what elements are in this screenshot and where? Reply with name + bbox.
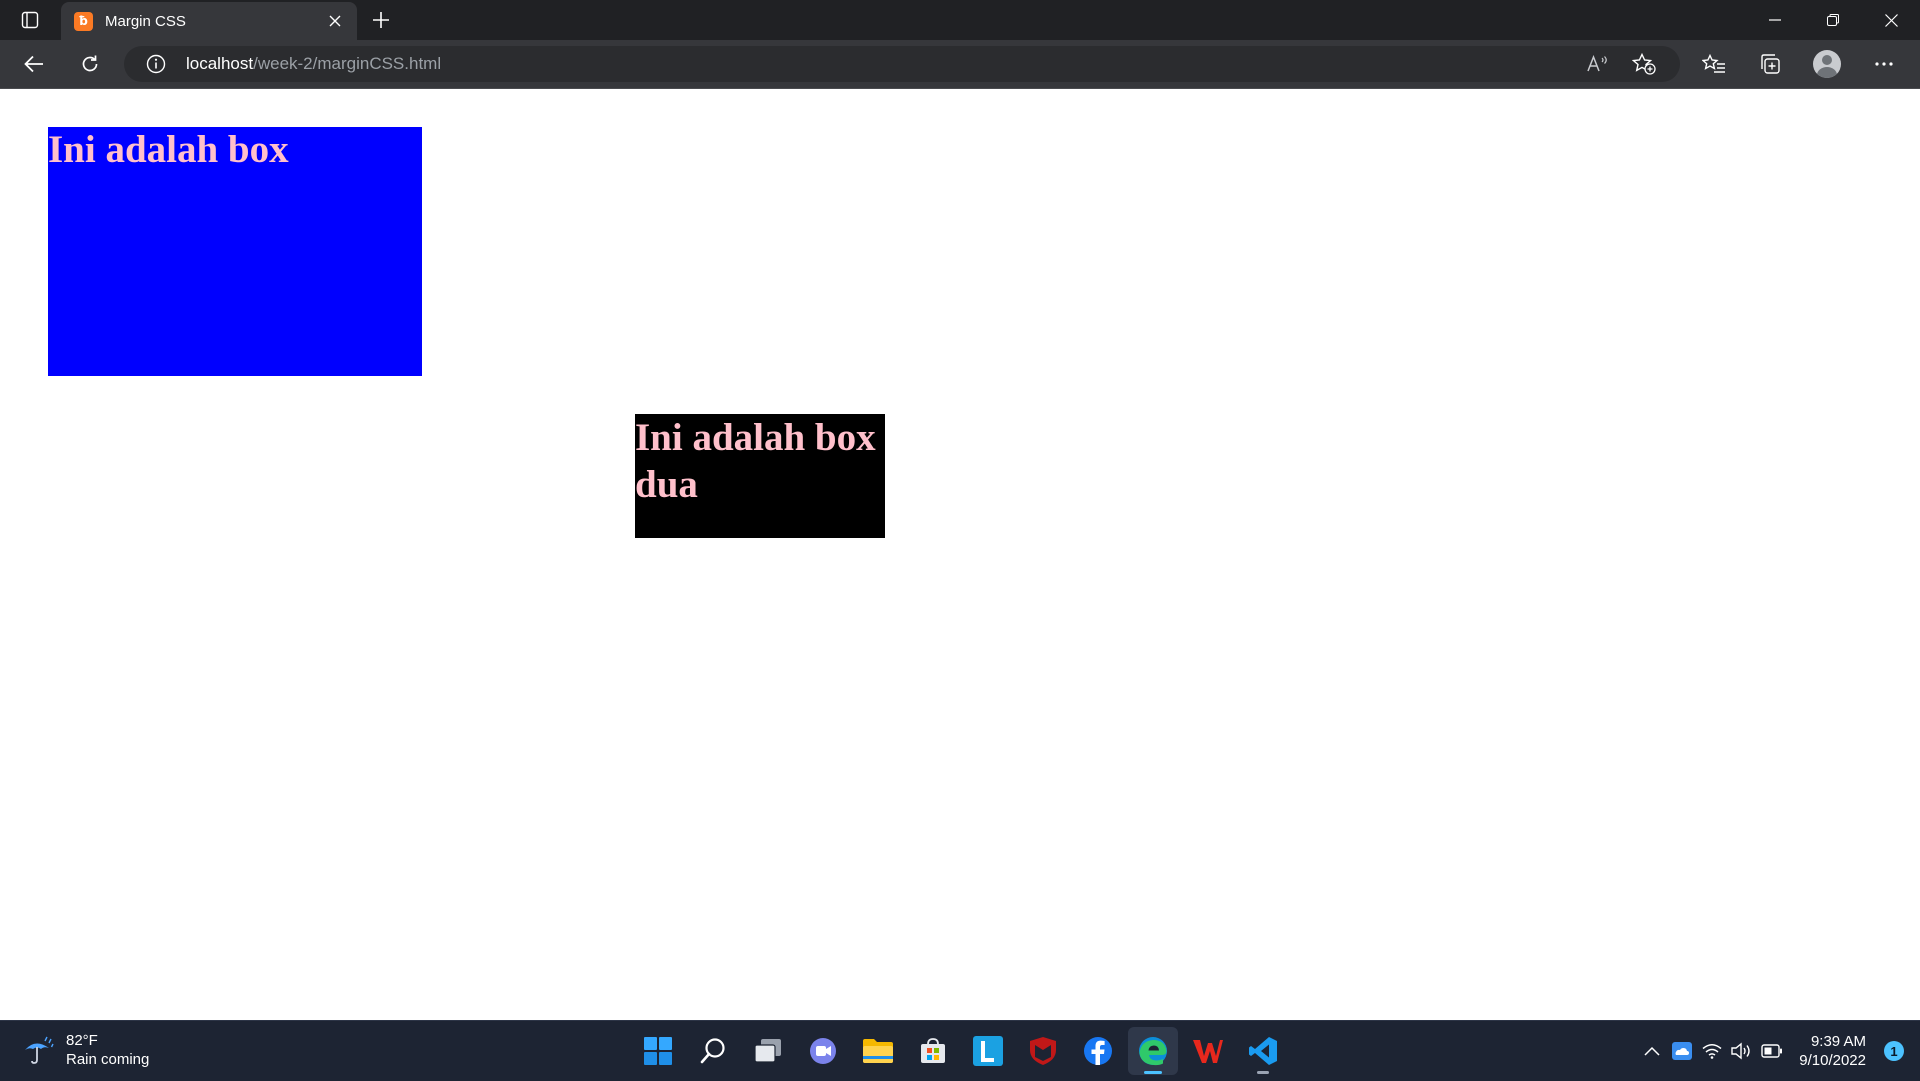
system-tray: 9:39 AM 9/10/2022 1 [1637, 1021, 1920, 1081]
wifi-icon [1702, 1044, 1722, 1059]
collections-icon [1761, 54, 1780, 74]
mcafee-shield-icon [1030, 1037, 1056, 1065]
search-icon [700, 1038, 725, 1064]
wifi-button[interactable] [1697, 1036, 1727, 1066]
windows-start-icon [644, 1037, 672, 1065]
vscode-icon [1249, 1037, 1277, 1065]
read-aloud-button[interactable] [1584, 51, 1612, 77]
tab-actions-button[interactable] [10, 6, 50, 34]
search-button[interactable] [688, 1027, 738, 1075]
refresh-button[interactable] [71, 46, 109, 82]
browser-titlebar: ƀ Margin CSS [0, 0, 1920, 40]
settings-more-button[interactable] [1864, 46, 1904, 82]
collections-button[interactable] [1750, 46, 1790, 82]
url-text[interactable]: localhost/week-2/marginCSS.html [186, 54, 441, 74]
add-favorite-icon [1632, 53, 1656, 75]
window-controls [1746, 0, 1920, 40]
read-aloud-icon [1587, 55, 1607, 72]
mcafee-button[interactable] [1018, 1027, 1068, 1075]
tab-close-button[interactable] [321, 7, 349, 35]
notification-badge[interactable]: 1 [1884, 1041, 1904, 1061]
edge-button[interactable] [1128, 1027, 1178, 1075]
address-bar[interactable]: localhost/week-2/marginCSS.html [124, 46, 1680, 82]
refresh-icon [82, 55, 98, 72]
taskbar-apps [633, 1027, 1293, 1075]
weather-text: 82°F Rain coming [66, 1031, 149, 1069]
windows-taskbar: 82°F Rain coming 9:39 AM 9/10/2022 1 [0, 1020, 1920, 1081]
volume-button[interactable] [1727, 1036, 1757, 1066]
facebook-button[interactable] [1073, 1027, 1123, 1075]
box-satu: Ini adalah box [48, 127, 422, 376]
restore-icon [1827, 14, 1839, 26]
clock-time: 9:39 AM [1810, 1033, 1866, 1050]
xampp-favicon-icon: ƀ [74, 11, 93, 31]
show-hidden-icons-button[interactable] [1637, 1036, 1667, 1066]
umbrella-rain-icon [25, 1036, 54, 1064]
close-window-button[interactable] [1862, 0, 1920, 40]
system-clock[interactable]: 9:39 AM 9/10/2022 [1799, 1032, 1866, 1070]
favorites-icon [1702, 54, 1725, 73]
browser-toolbar: localhost/week-2/marginCSS.html [0, 40, 1920, 89]
chevron-up-icon [1644, 1046, 1660, 1056]
teams-chat-button[interactable] [798, 1027, 848, 1075]
tab-margin-css[interactable]: ƀ Margin CSS [61, 2, 357, 40]
page-viewport: Ini adalah box Ini adalah box dua [0, 89, 1920, 1019]
plus-icon [373, 12, 389, 28]
more-icon [1875, 62, 1893, 66]
back-icon [24, 55, 43, 73]
cloud-sync-icon [1672, 1042, 1693, 1060]
clock-date: 9/10/2022 [1799, 1052, 1866, 1069]
profile-button[interactable] [1807, 46, 1847, 82]
task-view-icon [754, 1039, 781, 1063]
folder-icon [863, 1039, 893, 1063]
url-path: /week-2/marginCSS.html [253, 54, 442, 73]
weather-temp: 82°F [66, 1032, 98, 1049]
battery-icon [1761, 1044, 1783, 1058]
facebook-icon [1084, 1037, 1112, 1065]
start-button[interactable] [633, 1027, 683, 1075]
store-icon [921, 1038, 945, 1063]
close-window-icon [1884, 13, 1898, 27]
tab-title: Margin CSS [105, 12, 186, 30]
edge-icon [1139, 1037, 1167, 1066]
tab-actions-icon [21, 11, 39, 29]
l-app-button[interactable] [963, 1027, 1013, 1075]
weather-condition: Rain coming [66, 1051, 150, 1068]
teams-chat-icon [810, 1038, 836, 1064]
url-host: localhost [186, 54, 254, 73]
battery-button[interactable] [1757, 1036, 1787, 1066]
add-favorite-button[interactable] [1630, 51, 1658, 77]
microsoft-store-button[interactable] [908, 1027, 958, 1075]
new-tab-button[interactable] [364, 4, 398, 36]
wps-office-icon [1193, 1040, 1223, 1063]
profile-avatar [1813, 50, 1841, 78]
file-explorer-button[interactable] [853, 1027, 903, 1075]
volume-icon [1731, 1042, 1750, 1060]
task-view-button[interactable] [743, 1027, 793, 1075]
wps-office-button[interactable] [1183, 1027, 1233, 1075]
vscode-button[interactable] [1238, 1027, 1288, 1075]
minimize-button[interactable] [1746, 0, 1804, 40]
info-icon[interactable] [146, 54, 166, 74]
weather-widget[interactable]: 82°F Rain coming [22, 1031, 149, 1069]
back-button[interactable] [15, 46, 53, 82]
close-icon [329, 15, 341, 27]
minimize-icon [1769, 19, 1781, 21]
favorites-button[interactable] [1694, 46, 1734, 82]
l-app-icon [973, 1036, 1003, 1066]
box-dua: Ini adalah box dua [635, 414, 885, 538]
onedrive-button[interactable] [1667, 1036, 1697, 1066]
restore-button[interactable] [1804, 0, 1862, 40]
